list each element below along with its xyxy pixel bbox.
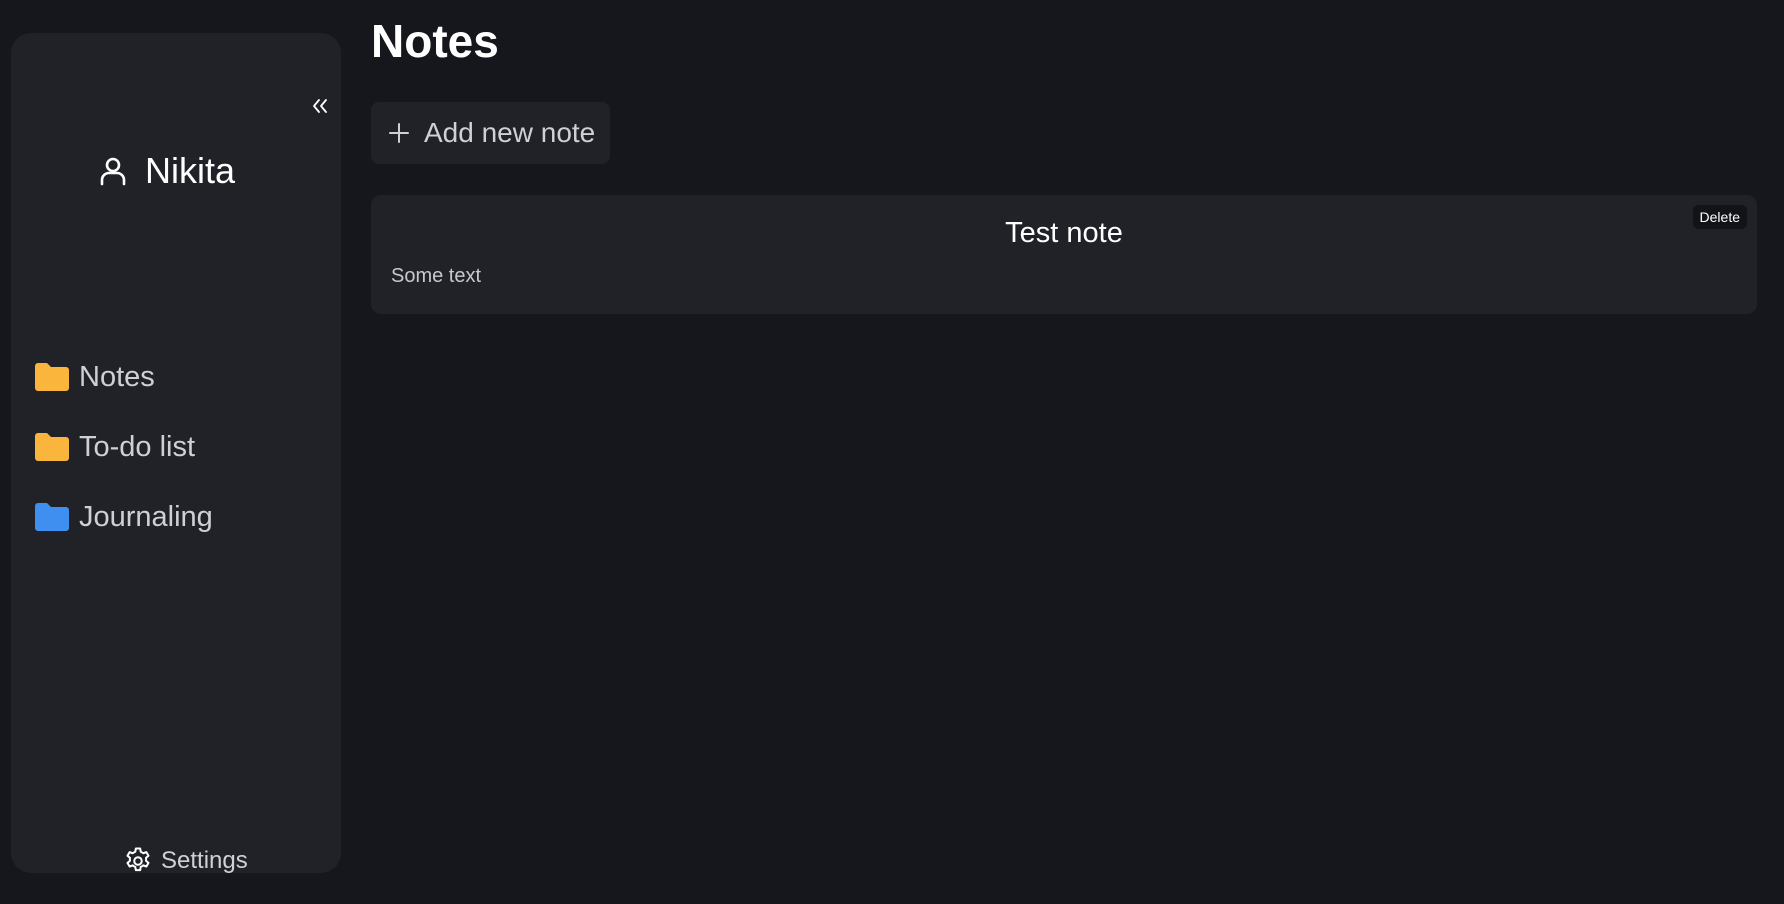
page-title: Notes [371, 15, 499, 67]
sidebar-item-label: To-do list [79, 430, 196, 463]
note-card[interactable]: Test note Some text Delete [371, 195, 1757, 314]
sidebar-item-label: Notes [79, 360, 155, 393]
settings-label: Settings [161, 847, 248, 874]
add-note-button[interactable]: Add new note [371, 102, 611, 164]
folder-icon [35, 363, 69, 391]
folder-icon [35, 503, 69, 531]
sidebar: Nikita Notes To-do list Journaling Setti… [11, 33, 344, 874]
sidebar-item-journaling[interactable]: Journaling [35, 495, 335, 539]
delete-note-button[interactable]: Delete [1692, 205, 1747, 229]
user-profile[interactable]: Nikita [97, 149, 235, 193]
sidebar-item-todo-list[interactable]: To-do list [35, 425, 335, 469]
add-note-label: Add new note [424, 117, 596, 148]
gear-icon [126, 847, 150, 872]
collapse-sidebar-button[interactable] [296, 87, 344, 125]
double-chevron-left-icon [313, 99, 327, 113]
user-name: Nikita [145, 150, 236, 191]
sidebar-item-notes[interactable]: Notes [35, 355, 335, 399]
settings-button[interactable]: Settings [123, 843, 248, 879]
sidebar-item-label: Journaling [79, 500, 213, 533]
sidebar-nav: Notes To-do list Journaling [35, 355, 335, 565]
folder-icon [35, 433, 69, 461]
user-icon [100, 157, 126, 186]
note-title: Test note [1005, 217, 1123, 249]
plus-icon [389, 123, 409, 143]
note-body: Some text [391, 265, 482, 287]
